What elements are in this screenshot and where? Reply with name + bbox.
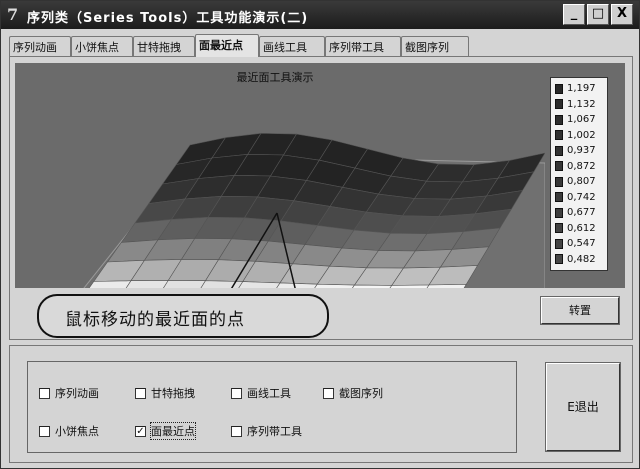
legend-label: 0,547 [567, 238, 596, 250]
legend-label: 1,067 [567, 114, 596, 126]
tab-draw-line[interactable]: 画线工具 [259, 36, 325, 56]
legend-item: 0,677 [555, 205, 603, 221]
checkbox-box[interactable] [323, 387, 334, 399]
legend-label: 0,872 [567, 160, 596, 172]
legend-swatch [555, 83, 563, 94]
callout-text: 鼠标移动的最近面的点 [65, 310, 245, 330]
legend-swatch [555, 161, 563, 172]
app-icon: 7 [7, 5, 19, 24]
legend-swatch [555, 192, 563, 203]
checkbox-box[interactable] [135, 387, 146, 399]
checkbox-label: 甘特拖拽 [151, 387, 195, 400]
legend-item: 0,547 [555, 236, 603, 252]
tool-checkbox-group [27, 361, 517, 453]
tab-series-animation[interactable]: 序列动画 [9, 36, 71, 56]
minimize-button[interactable]: _ [563, 4, 585, 25]
legend-item: 0,612 [555, 221, 603, 237]
tab-pie-focus[interactable]: 小饼焦点 [71, 36, 133, 56]
checkbox-screenshot-series[interactable]: 截图序列 [323, 385, 383, 401]
checkbox-box[interactable] [39, 425, 50, 437]
tab-gantt-drag[interactable]: 甘特拖拽 [133, 36, 195, 56]
legend-label: 1,132 [567, 98, 596, 110]
legend-label: 0,612 [567, 222, 596, 234]
legend-item: 0,482 [555, 252, 603, 268]
checkbox-gantt-drag[interactable]: 甘特拖拽 [135, 385, 195, 401]
checkbox-draw-line[interactable]: 画线工具 [231, 385, 291, 401]
surface-plot[interactable] [15, 63, 545, 288]
checkbox-pie-focus[interactable]: 小饼焦点 [39, 423, 99, 439]
title-bar[interactable]: 7 序列类（Series Tools）工具功能演示(二) _ □ X [1, 1, 639, 29]
legend-label: 0,807 [567, 176, 596, 188]
legend-swatch [555, 254, 563, 265]
tab-screenshot-series[interactable]: 截图序列 [401, 36, 469, 56]
exit-button[interactable]: E退出 [545, 362, 621, 452]
maximize-button[interactable]: □ [587, 4, 609, 25]
legend-item: 0,937 [555, 143, 603, 159]
surface-chart[interactable]: 最近面工具演示 [15, 63, 625, 288]
legend-swatch [555, 238, 563, 249]
tab-series-band[interactable]: 序列带工具 [325, 36, 401, 56]
legend-swatch [555, 130, 563, 141]
chart-title: 最近面工具演示 [236, 71, 314, 84]
tab-surface-nearest[interactable]: 面最近点 [195, 34, 259, 57]
checkbox-label: 小饼焦点 [55, 425, 99, 438]
legend-item: 0,807 [555, 174, 603, 190]
checkbox-surface-nearest[interactable]: ✓ 面最近点 [135, 422, 196, 440]
checkbox-label: 序列带工具 [247, 425, 302, 438]
legend-item: 1,002 [555, 128, 603, 144]
legend-label: 0,742 [567, 191, 596, 203]
close-button[interactable]: X [611, 4, 633, 25]
legend-label: 1,197 [567, 83, 596, 95]
legend-swatch [555, 145, 563, 156]
checkbox-label: 面最近点 [150, 422, 196, 440]
chart-legend: 1,197 1,132 1,067 1,002 0,937 0,872 0,807 0,742… [550, 77, 608, 271]
legend-item: 1,197 [555, 81, 603, 97]
app-window: 7 序列类（Series Tools）工具功能演示(二) _ □ X 序列动画 … [0, 0, 640, 469]
transpose-button[interactable]: 转置 [540, 296, 620, 325]
checkbox-box[interactable] [231, 387, 242, 399]
legend-label: 0,937 [567, 145, 596, 157]
legend-swatch [555, 176, 563, 187]
checkbox-label: 画线工具 [247, 387, 291, 400]
checkbox-label: 序列动画 [55, 387, 99, 400]
legend-label: 1,002 [567, 129, 596, 141]
checkbox-box[interactable] [231, 425, 242, 437]
legend-swatch [555, 207, 563, 218]
check-mark-icon: ✓ [136, 425, 145, 437]
legend-swatch [555, 223, 563, 234]
legend-item: 0,872 [555, 159, 603, 175]
legend-item: 1,067 [555, 112, 603, 128]
legend-swatch [555, 114, 563, 125]
legend-item: 0,742 [555, 190, 603, 206]
checkbox-series-band[interactable]: 序列带工具 [231, 423, 302, 439]
checkbox-box[interactable]: ✓ [135, 425, 146, 437]
window-title: 序列类（Series Tools）工具功能演示(二) [27, 11, 309, 26]
legend-swatch [555, 99, 563, 110]
legend-item: 1,132 [555, 97, 603, 113]
legend-label: 0,482 [567, 253, 596, 265]
checkbox-series-animation[interactable]: 序列动画 [39, 385, 99, 401]
checkbox-label: 截图序列 [339, 387, 383, 400]
annotation-callout: 鼠标移动的最近面的点 [37, 294, 329, 338]
checkbox-box[interactable] [39, 387, 50, 399]
legend-label: 0,677 [567, 207, 596, 219]
